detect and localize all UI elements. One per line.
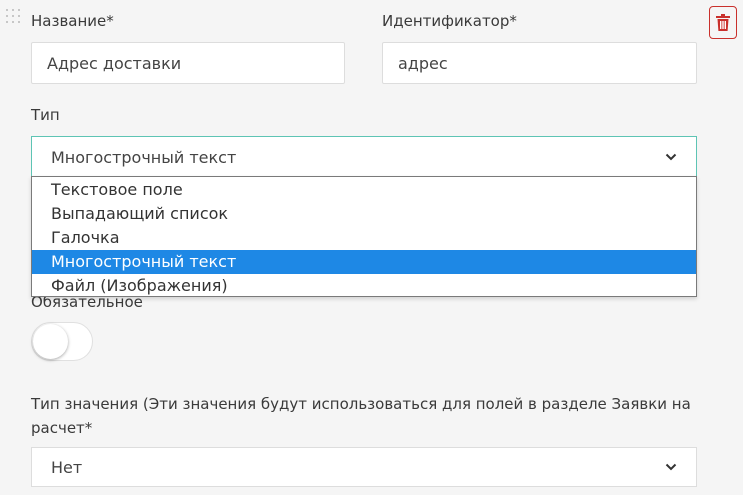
option-file-images[interactable]: Файл (Изображения) (32, 274, 696, 298)
chevron-down-icon (665, 153, 677, 161)
value-type-label-line1: Тип значения (Эти значения будут использ… (31, 395, 691, 413)
type-dropdown-list: Текстовое поле Выпадающий список Галочка… (31, 176, 697, 297)
option-multiline-text[interactable]: Многострочный текст (32, 250, 696, 274)
name-input-value: Адрес доставки (47, 53, 182, 73)
name-label: Название* (31, 12, 114, 30)
option-text-field[interactable]: Текстовое поле (32, 178, 696, 202)
required-toggle[interactable] (31, 322, 93, 361)
option-dropdown-list[interactable]: Выпадающий список (32, 202, 696, 226)
value-type-select[interactable]: Нет (31, 447, 697, 487)
value-type-select-value: Нет (51, 457, 83, 477)
value-type-label-line2: расчет* (31, 419, 93, 437)
toggle-knob (33, 324, 68, 359)
chevron-down-icon (665, 463, 677, 471)
identifier-input[interactable]: адрес (382, 42, 697, 84)
option-checkbox[interactable]: Галочка (32, 226, 696, 250)
type-select-value: Многострочный текст (51, 147, 237, 167)
delete-button[interactable] (709, 6, 737, 39)
identifier-label: Идентификатор* (382, 12, 517, 30)
trash-icon (716, 14, 730, 31)
identifier-input-value: адрес (398, 53, 448, 73)
name-input[interactable]: Адрес доставки (31, 42, 345, 84)
type-select[interactable]: Многострочный текст (31, 136, 697, 178)
type-label: Тип (31, 106, 60, 124)
drag-handle-icon[interactable] (5, 8, 23, 26)
